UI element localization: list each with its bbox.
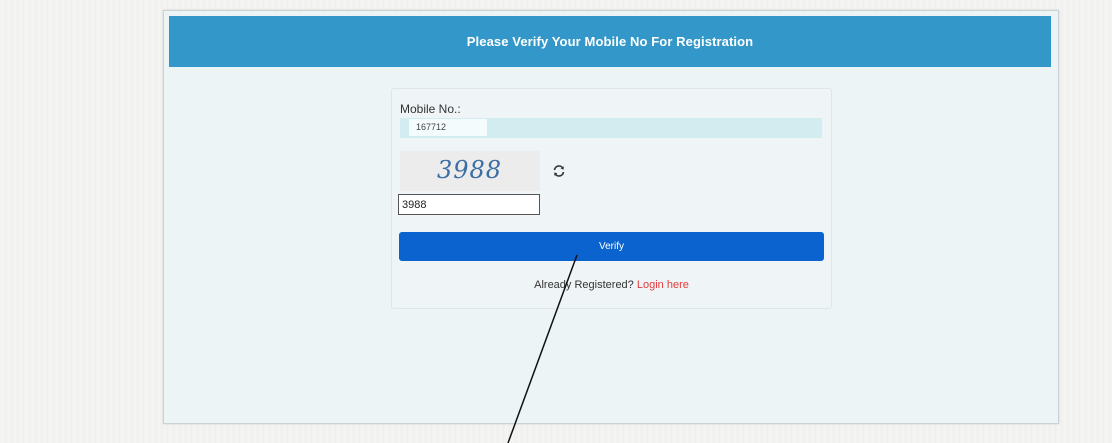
login-here-link[interactable]: Login here <box>637 279 689 291</box>
panel-title: Please Verify Your Mobile No For Registr… <box>466 34 754 49</box>
verification-card: Mobile No.: 167712 3988 Verify Already R… <box>391 88 832 309</box>
already-registered-text: Already Registered? <box>534 279 634 291</box>
refresh-icon[interactable] <box>552 164 566 178</box>
verify-button[interactable]: Verify <box>399 232 824 261</box>
captcha-input[interactable] <box>398 194 540 215</box>
registration-panel: Please Verify Your Mobile No For Registr… <box>163 10 1059 424</box>
captcha-image-text: 3988 <box>437 156 503 184</box>
mobile-value: 167712 <box>409 119 487 136</box>
mobile-label: Mobile No.: <box>400 102 461 116</box>
page-background: Please Verify Your Mobile No For Registr… <box>0 0 1112 443</box>
panel-header: Please Verify Your Mobile No For Registr… <box>169 16 1051 67</box>
mobile-input[interactable]: 167712 <box>400 118 822 138</box>
captcha-image: 3988 <box>400 151 540 191</box>
login-prompt: Already Registered? Login here <box>392 279 831 291</box>
